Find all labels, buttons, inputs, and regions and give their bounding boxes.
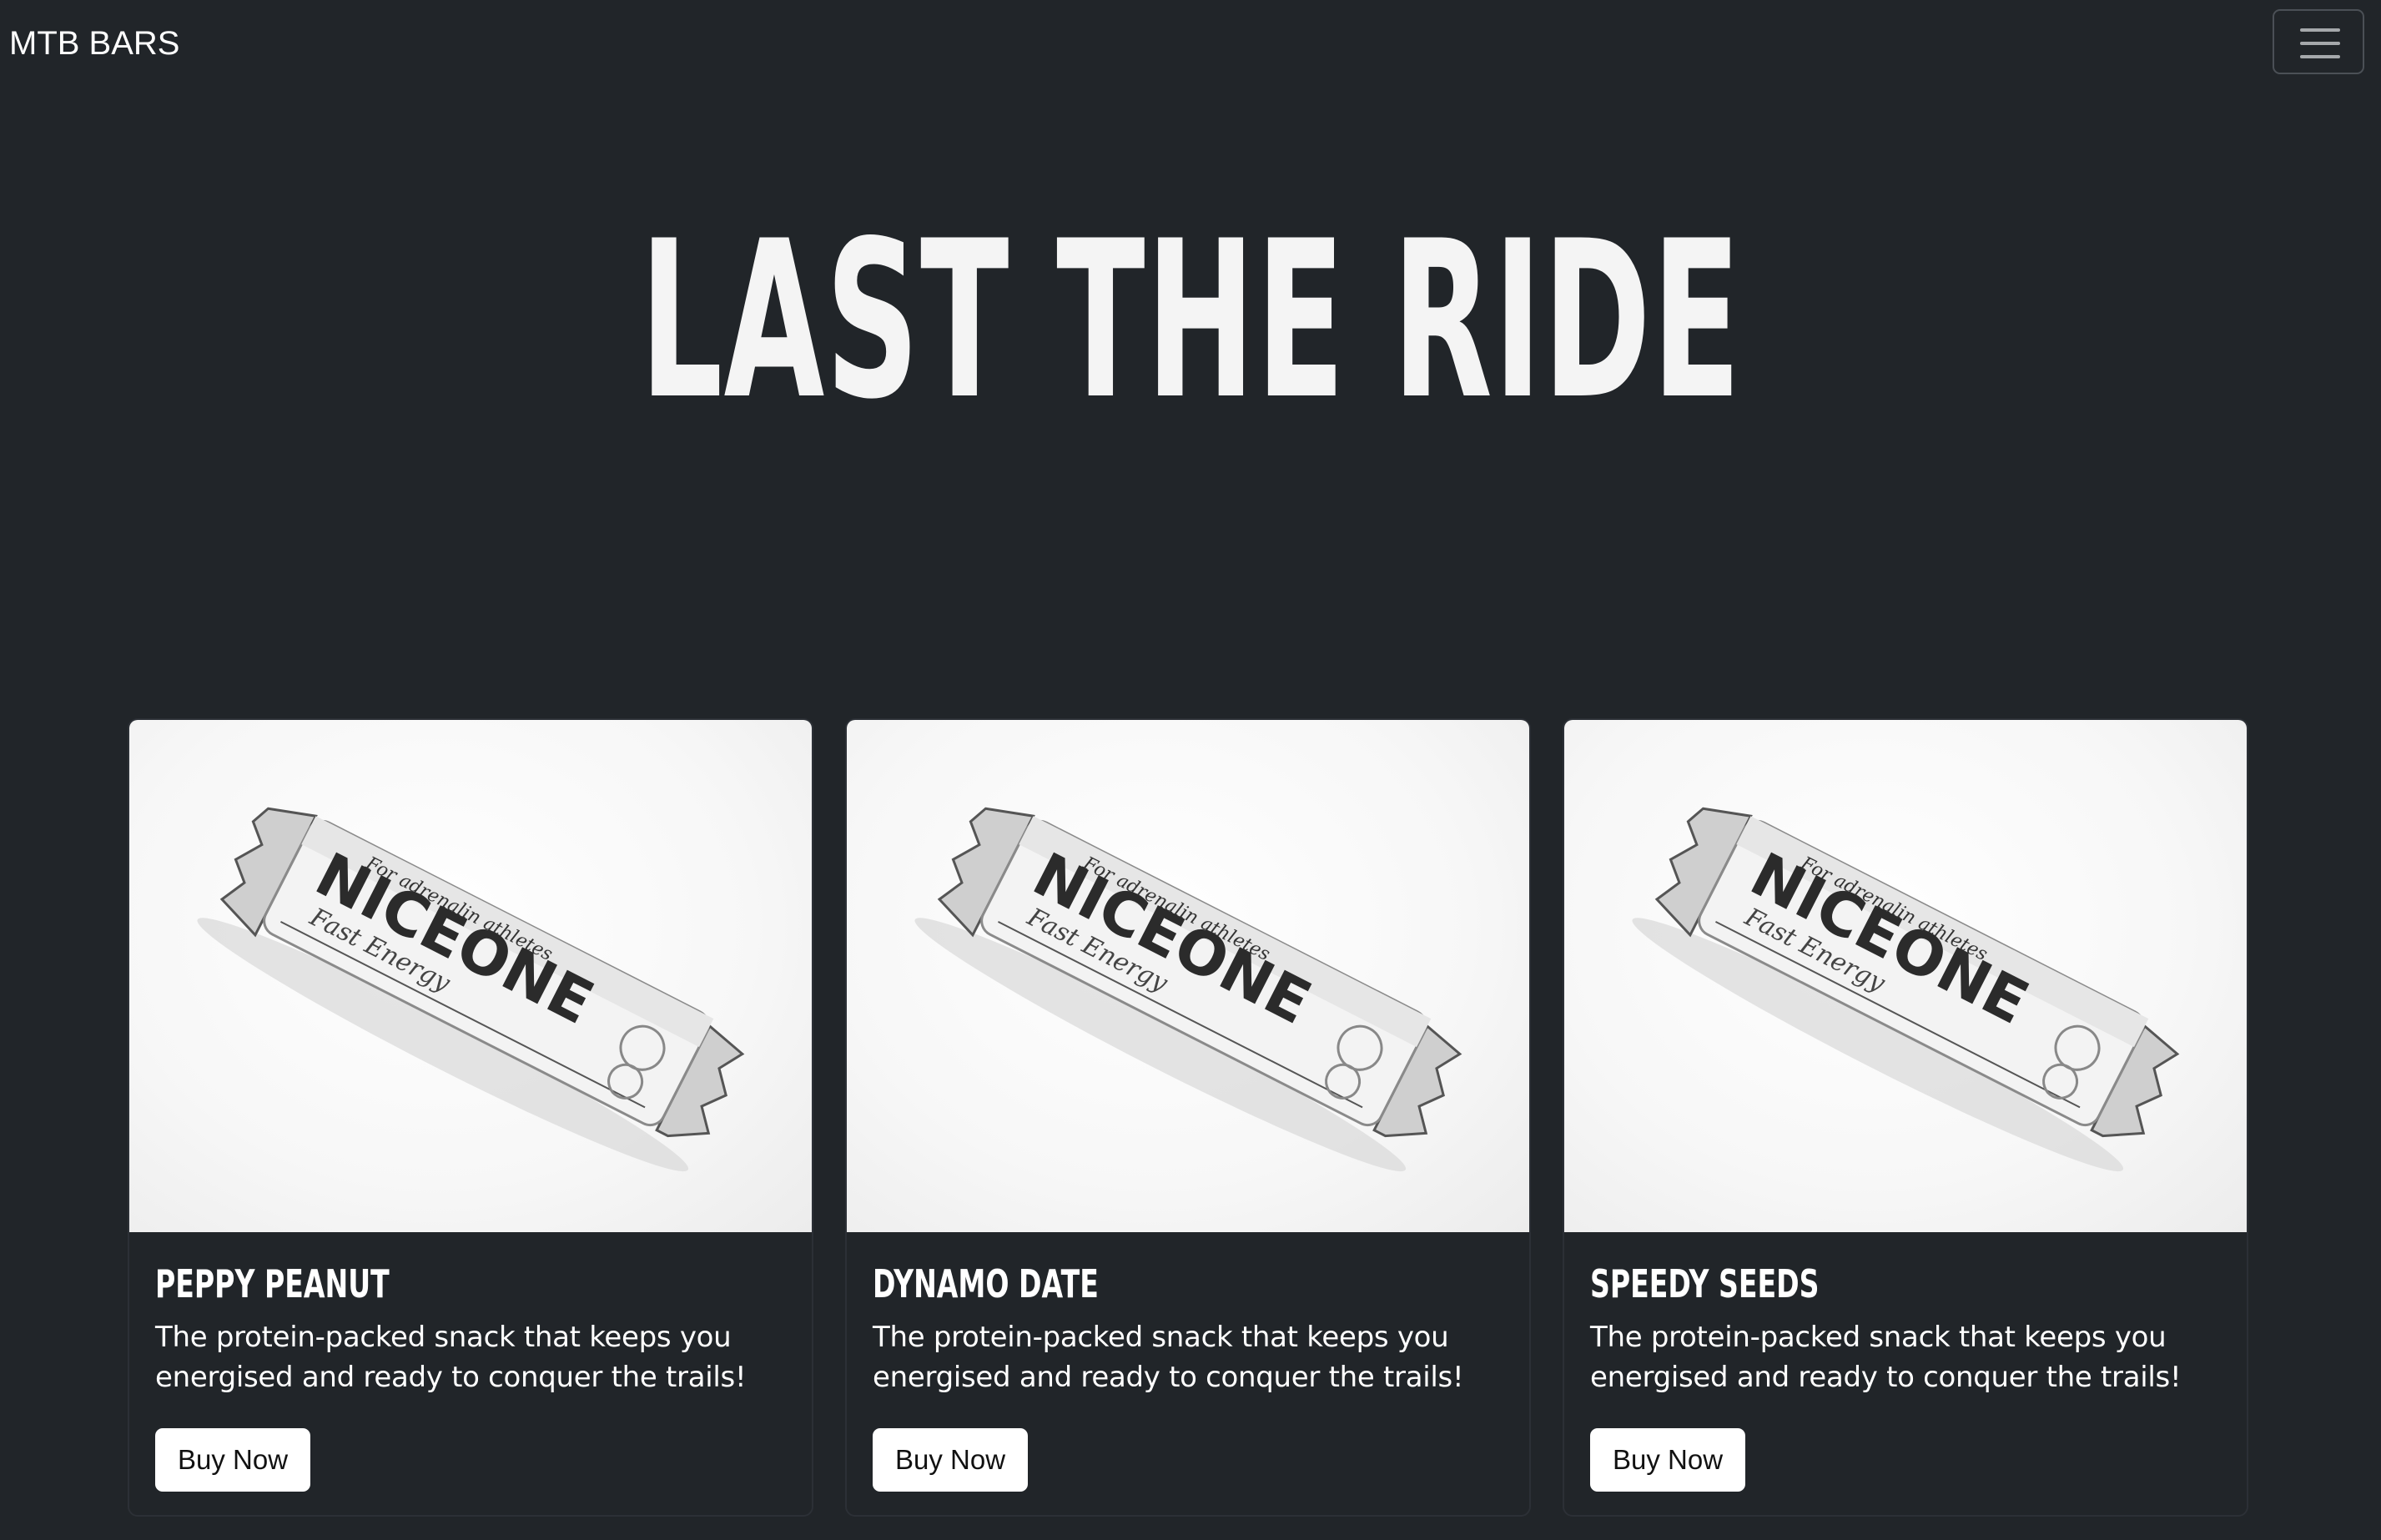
product-description: The protein-packed snack that keeps you … <box>1590 1321 2182 1394</box>
product-title: PEPPY PEANUT <box>155 1261 390 1306</box>
hamburger-menu-icon <box>2300 28 2340 58</box>
energy-bar-image: For adrenalin athletes NICEONE Fast Ener… <box>1632 807 2180 1172</box>
buy-now-button[interactable]: Buy Now <box>155 1428 311 1492</box>
product-description: The protein-packed snack that keeps you … <box>873 1321 1464 1394</box>
energy-bar-image: For adrenalin athletes NICEONE Fast Ener… <box>197 807 745 1172</box>
product-image: For adrenalin athletes NICEONE Fast Ener… <box>847 720 1529 1232</box>
product-card: For adrenalin athletes NICEONE Fast Ener… <box>1563 718 2248 1517</box>
product-card: For adrenalin athletes NICEONE Fast Ener… <box>845 718 1531 1517</box>
product-title: DYNAMO DATE <box>873 1261 1099 1306</box>
product-description: The protein-packed snack that keeps you … <box>155 1321 747 1394</box>
product-image: For adrenalin athletes NICEONE Fast Ener… <box>129 720 812 1232</box>
navbar: MTB BARS <box>0 0 2381 87</box>
product-card: For adrenalin athletes NICEONE Fast Ener… <box>128 718 813 1517</box>
product-title: SPEEDY SEEDS <box>1590 1261 1820 1306</box>
energy-bar-image: For adrenalin athletes NICEONE Fast Ener… <box>914 807 1462 1172</box>
buy-now-button[interactable]: Buy Now <box>1590 1428 1746 1492</box>
menu-toggle-button[interactable] <box>2273 9 2364 74</box>
hero-title: LAST THE RIDE <box>639 195 1742 447</box>
brand-link[interactable]: MTB BARS <box>9 23 179 63</box>
product-image: For adrenalin athletes NICEONE Fast Ener… <box>1564 720 2247 1232</box>
buy-now-button[interactable]: Buy Now <box>873 1428 1029 1492</box>
